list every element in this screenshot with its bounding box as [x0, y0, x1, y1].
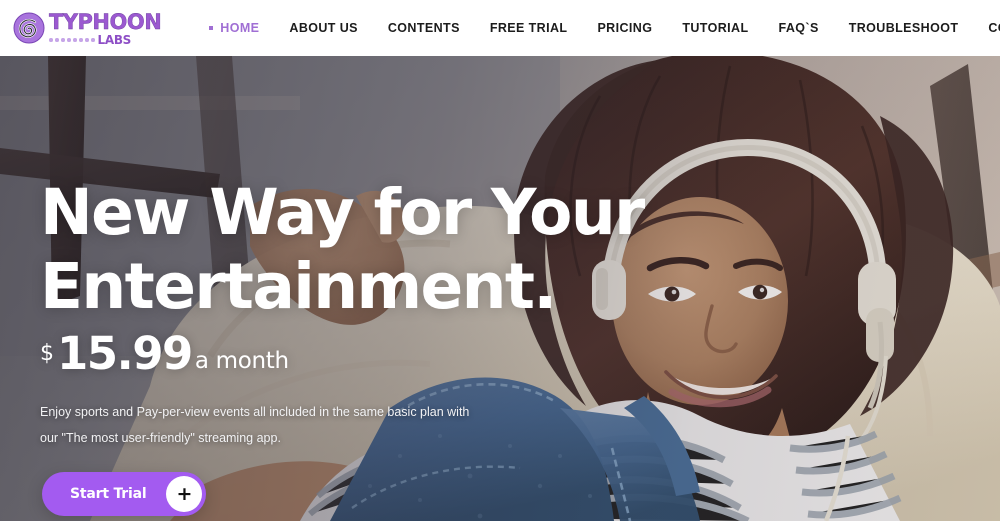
- nav-item-free-trial[interactable]: FREE TRIAL: [475, 21, 583, 35]
- nav-label: HOME: [220, 21, 260, 35]
- start-trial-button[interactable]: Start Trial +: [42, 472, 207, 516]
- hero-description-line-2: our "The most user-friendly" streaming a…: [40, 431, 281, 445]
- nav-item-contents[interactable]: CONTENTS: [373, 21, 475, 35]
- logo-subline: LABS: [49, 33, 161, 47]
- site-header: TYPHOON LABS HOME ABOUT US CONTENTS FREE…: [0, 0, 1000, 56]
- nav-active-bullet-icon: [209, 26, 214, 30]
- nav-item-contacts[interactable]: CONTACTS: [973, 21, 1000, 35]
- price-currency-symbol: $: [40, 341, 54, 366]
- site-logo[interactable]: TYPHOON LABS: [13, 10, 162, 47]
- plus-icon: +: [166, 476, 203, 512]
- logo-text-block: TYPHOON LABS: [49, 10, 162, 47]
- nav-item-troubleshoot[interactable]: TROUBLESHOOT: [834, 21, 974, 35]
- logo-dots: [49, 38, 95, 42]
- nav-item-home[interactable]: HOME: [194, 21, 274, 35]
- hero-title-line-2: Entertainment.: [40, 250, 557, 323]
- nav-item-tutorial[interactable]: TUTORIAL: [667, 21, 763, 35]
- typhoon-spiral-icon: [13, 12, 45, 44]
- hero-section: New Way for Your Entertainment. $ 15.99 …: [0, 56, 1000, 521]
- hero-title-line-1: New Way for Your: [40, 176, 645, 249]
- hero-content: New Way for Your Entertainment. $ 15.99 …: [40, 56, 660, 521]
- page-root: TYPHOON LABS HOME ABOUT US CONTENTS FREE…: [0, 0, 1000, 521]
- nav-item-about-us[interactable]: ABOUT US: [274, 21, 372, 35]
- hero-title: New Way for Your Entertainment.: [40, 176, 645, 324]
- nav-item-pricing[interactable]: PRICING: [582, 21, 667, 35]
- logo-labs-text: LABS: [97, 33, 132, 47]
- price-period: a month: [194, 348, 289, 374]
- start-trial-label: Start Trial: [70, 486, 147, 502]
- logo-wordmark: TYPHOON: [49, 10, 162, 34]
- hero-description-line-1: Enjoy sports and Pay-per-view events all…: [40, 405, 470, 419]
- hero-price: $ 15.99 a month: [40, 331, 289, 376]
- hero-description: Enjoy sports and Pay-per-view events all…: [40, 399, 560, 451]
- price-amount: 15.99: [57, 327, 193, 380]
- main-navigation: HOME ABOUT US CONTENTS FREE TRIAL PRICIN…: [194, 21, 1000, 35]
- nav-item-faqs[interactable]: FAQ`S: [764, 21, 834, 35]
